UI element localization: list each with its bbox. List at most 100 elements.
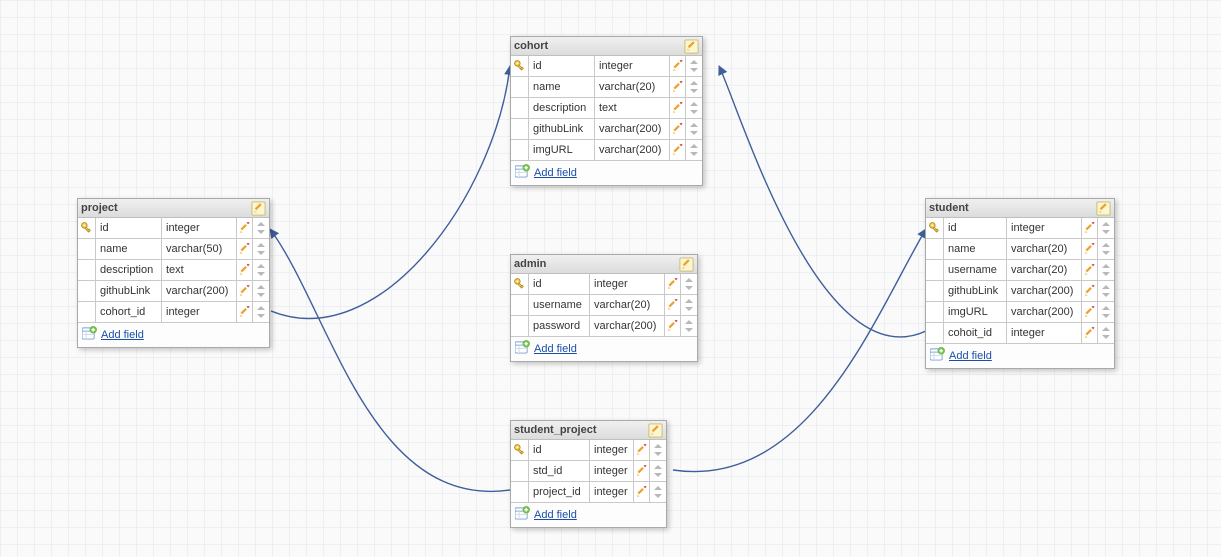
add-field-icon[interactable] <box>930 347 945 364</box>
reorder-field-icon[interactable] <box>253 218 269 238</box>
table-student[interactable]: student idinteger namevarchar(20) <box>925 198 1115 369</box>
edit-field-icon[interactable] <box>670 140 686 160</box>
field-row[interactable]: passwordvarchar(200) <box>511 315 697 336</box>
field-row[interactable]: usernamevarchar(20) <box>511 294 697 315</box>
reorder-field-icon[interactable] <box>686 98 702 118</box>
field-row[interactable]: namevarchar(50) <box>78 238 269 259</box>
field-row[interactable]: imgURLvarchar(200) <box>926 301 1114 322</box>
field-row[interactable]: usernamevarchar(20) <box>926 259 1114 280</box>
reorder-field-icon[interactable] <box>686 119 702 139</box>
field-name: githubLink <box>944 281 1007 301</box>
field-row[interactable]: imgURLvarchar(200) <box>511 139 702 160</box>
field-row[interactable]: namevarchar(20) <box>511 76 702 97</box>
key-cell-empty <box>78 239 96 259</box>
reorder-field-icon[interactable] <box>686 56 702 76</box>
edit-table-icon[interactable] <box>679 257 694 272</box>
reorder-field-icon[interactable] <box>1098 281 1114 301</box>
reorder-field-icon[interactable] <box>253 281 269 301</box>
edit-field-icon[interactable] <box>237 302 253 322</box>
edit-field-icon[interactable] <box>634 461 650 481</box>
table-header[interactable]: student <box>926 199 1114 218</box>
edit-field-icon[interactable] <box>237 239 253 259</box>
edit-field-icon[interactable] <box>665 295 681 315</box>
reorder-field-icon[interactable] <box>686 140 702 160</box>
add-field-link[interactable]: Add field <box>534 167 577 179</box>
add-field-link[interactable]: Add field <box>949 350 992 362</box>
field-row[interactable]: cohoit_idinteger <box>926 322 1114 343</box>
reorder-field-icon[interactable] <box>1098 302 1114 322</box>
reorder-field-icon[interactable] <box>681 274 697 294</box>
table-cohort[interactable]: cohort idinteger namevarchar(20) <box>510 36 703 186</box>
reorder-field-icon[interactable] <box>650 440 666 460</box>
table-header[interactable]: student_project <box>511 421 666 440</box>
reorder-field-icon[interactable] <box>1098 218 1114 238</box>
field-row[interactable]: idinteger <box>511 274 697 294</box>
add-field-link[interactable]: Add field <box>534 509 577 521</box>
edit-field-icon[interactable] <box>670 98 686 118</box>
add-field-link[interactable]: Add field <box>534 343 577 355</box>
reorder-field-icon[interactable] <box>1098 323 1114 343</box>
field-row[interactable]: idinteger <box>511 56 702 76</box>
table-admin[interactable]: admin idinteger usernamevarchar(20) <box>510 254 698 362</box>
table-header[interactable]: cohort <box>511 37 702 56</box>
add-field-link[interactable]: Add field <box>101 329 144 341</box>
edit-field-icon[interactable] <box>1082 239 1098 259</box>
edit-table-icon[interactable] <box>1096 201 1111 216</box>
add-field-icon[interactable] <box>515 164 530 181</box>
edit-field-icon[interactable] <box>634 482 650 502</box>
reorder-field-icon[interactable] <box>686 77 702 97</box>
add-field-icon[interactable] <box>82 326 97 343</box>
edit-field-icon[interactable] <box>1082 323 1098 343</box>
edit-field-icon[interactable] <box>237 260 253 280</box>
field-row[interactable]: idinteger <box>78 218 269 238</box>
reorder-field-icon[interactable] <box>650 482 666 502</box>
add-field-icon[interactable] <box>515 506 530 523</box>
field-type: integer <box>595 56 670 76</box>
field-row[interactable]: githubLinkvarchar(200) <box>78 280 269 301</box>
table-project[interactable]: project idinteger namevarchar(50) <box>77 198 270 348</box>
table-header[interactable]: project <box>78 199 269 218</box>
edit-field-icon[interactable] <box>1082 281 1098 301</box>
field-row[interactable]: std_idinteger <box>511 460 666 481</box>
edit-field-icon[interactable] <box>1082 260 1098 280</box>
add-field-icon[interactable] <box>515 340 530 357</box>
edit-field-icon[interactable] <box>634 440 650 460</box>
table-student_project[interactable]: student_project idinteger std_idinteger <box>510 420 667 528</box>
reorder-field-icon[interactable] <box>253 260 269 280</box>
edit-table-icon[interactable] <box>684 39 699 54</box>
reorder-field-icon[interactable] <box>650 461 666 481</box>
table-body: idinteger std_idinteger project_idintege… <box>511 440 666 502</box>
edit-field-icon[interactable] <box>670 56 686 76</box>
key-cell-empty <box>511 119 529 139</box>
edit-field-icon[interactable] <box>665 274 681 294</box>
table-footer: Add field <box>78 322 269 347</box>
table-header[interactable]: admin <box>511 255 697 274</box>
field-row[interactable]: githubLinkvarchar(200) <box>511 118 702 139</box>
edit-field-icon[interactable] <box>237 218 253 238</box>
field-row[interactable]: idinteger <box>511 440 666 460</box>
reorder-field-icon[interactable] <box>253 239 269 259</box>
edit-table-icon[interactable] <box>648 423 663 438</box>
edit-field-icon[interactable] <box>670 77 686 97</box>
edit-field-icon[interactable] <box>1082 218 1098 238</box>
field-row[interactable]: githubLinkvarchar(200) <box>926 280 1114 301</box>
field-row[interactable]: idinteger <box>926 218 1114 238</box>
reorder-field-icon[interactable] <box>253 302 269 322</box>
field-row[interactable]: namevarchar(20) <box>926 238 1114 259</box>
field-type: integer <box>1007 218 1082 238</box>
reorder-field-icon[interactable] <box>681 295 697 315</box>
field-row[interactable]: descriptiontext <box>78 259 269 280</box>
field-row[interactable]: project_idinteger <box>511 481 666 502</box>
field-name: description <box>96 260 162 280</box>
edit-table-icon[interactable] <box>251 201 266 216</box>
reorder-field-icon[interactable] <box>1098 260 1114 280</box>
edit-field-icon[interactable] <box>237 281 253 301</box>
reorder-field-icon[interactable] <box>681 316 697 336</box>
table-title: project <box>81 202 118 214</box>
edit-field-icon[interactable] <box>1082 302 1098 322</box>
reorder-field-icon[interactable] <box>1098 239 1114 259</box>
edit-field-icon[interactable] <box>670 119 686 139</box>
field-row[interactable]: descriptiontext <box>511 97 702 118</box>
field-row[interactable]: cohort_idinteger <box>78 301 269 322</box>
edit-field-icon[interactable] <box>665 316 681 336</box>
